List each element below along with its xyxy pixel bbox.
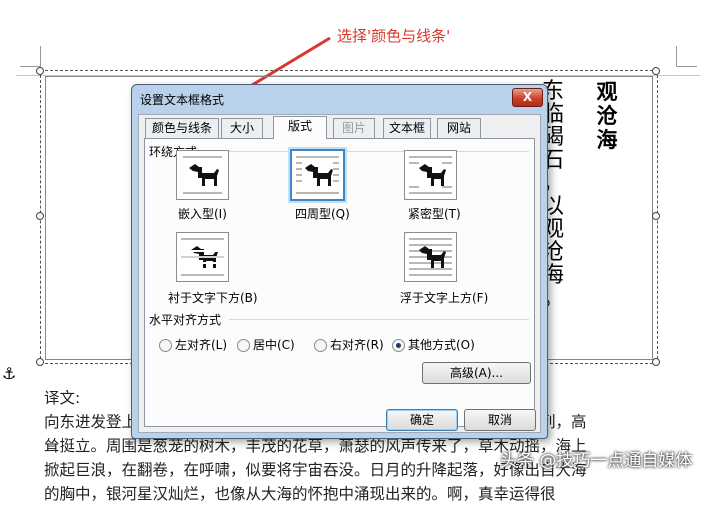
- dialog-titlebar[interactable]: 设置文本框格式 X: [132, 85, 547, 111]
- dialog-client: 颜色与线条 大小 版式 图片 文本框 网站 环绕方式 嵌入型(I) 四周型(Q)…: [138, 114, 541, 433]
- group-divider: [203, 151, 529, 152]
- tab-size[interactable]: 大小: [221, 118, 263, 138]
- tab-web[interactable]: 网站: [437, 118, 481, 138]
- layout-panel: 环绕方式 嵌入型(I) 四周型(Q) 紧密型(T) 衬于文字下方(B) 浮于文字…: [144, 138, 535, 427]
- page-corner-mark-left: [20, 46, 41, 67]
- resize-handle[interactable]: [652, 358, 660, 366]
- resize-handle[interactable]: [652, 67, 660, 75]
- page-corner-mark-right: [676, 46, 697, 67]
- resize-handle[interactable]: [36, 358, 44, 366]
- align-right-label[interactable]: 右对齐(R): [330, 336, 384, 353]
- align-left-label[interactable]: 左对齐(L): [175, 336, 227, 353]
- advanced-button[interactable]: 高级(A)...: [422, 362, 531, 384]
- wrap-inline-option[interactable]: [176, 150, 229, 200]
- dog-square-icon: [296, 156, 339, 194]
- wrap-tight-option[interactable]: [404, 150, 457, 200]
- resize-handle[interactable]: [36, 212, 44, 220]
- poem-title: 观沧海: [596, 79, 618, 152]
- tab-picture: 图片: [333, 118, 375, 138]
- align-other-radio[interactable]: [392, 339, 405, 352]
- wrap-square-option[interactable]: [290, 149, 345, 201]
- align-other-label[interactable]: 其他方式(O): [408, 336, 475, 353]
- translation-line: 的胸中，银河星汉灿烂，也像从大海的怀抱中涌现出来的。啊，真幸运得很: [44, 485, 556, 503]
- wrap-in-front-option[interactable]: [404, 232, 457, 282]
- wrap-behind-text-label: 衬于文字下方(B): [168, 291, 258, 305]
- tab-layout[interactable]: 版式: [273, 116, 327, 139]
- align-right-radio[interactable]: [314, 339, 327, 352]
- watermark: 头条 @技巧一点通自媒体: [500, 451, 693, 471]
- align-left-radio[interactable]: [159, 339, 172, 352]
- dog-inline-icon: [183, 156, 222, 194]
- close-button[interactable]: X: [512, 88, 543, 107]
- dog-behind-text-icon: [181, 238, 224, 276]
- wrap-in-front-label: 浮于文字上方(F): [400, 291, 489, 305]
- dog-tight-icon: [409, 156, 452, 194]
- align-group-label: 水平对齐方式: [149, 313, 222, 327]
- wrap-square-label: 四周型(Q): [295, 207, 350, 221]
- dialog-title: 设置文本框格式: [140, 93, 225, 107]
- cancel-button[interactable]: 取消: [464, 409, 536, 431]
- align-center-label[interactable]: 居中(C): [253, 336, 295, 353]
- ok-button[interactable]: 确定: [386, 409, 458, 431]
- resize-handle[interactable]: [652, 212, 660, 220]
- wrap-tight-label: 紧密型(T): [408, 207, 461, 221]
- dog-in-front-icon: [409, 238, 452, 276]
- resize-handle[interactable]: [36, 67, 44, 75]
- align-center-radio[interactable]: [237, 339, 250, 352]
- tab-text-box[interactable]: 文本框: [383, 118, 431, 138]
- annotation-label: 选择'颜色与线条': [337, 27, 451, 45]
- wrap-inline-label: 嵌入型(I): [178, 207, 227, 221]
- format-textbox-dialog: 设置文本框格式 X 颜色与线条 大小 版式 图片 文本框 网站 环绕方式 嵌入型…: [131, 84, 548, 439]
- tab-colors-and-lines[interactable]: 颜色与线条: [145, 118, 219, 138]
- anchor-icon: ⚓: [2, 364, 17, 383]
- wrap-behind-text-option[interactable]: [176, 232, 229, 282]
- group-divider: [229, 319, 529, 320]
